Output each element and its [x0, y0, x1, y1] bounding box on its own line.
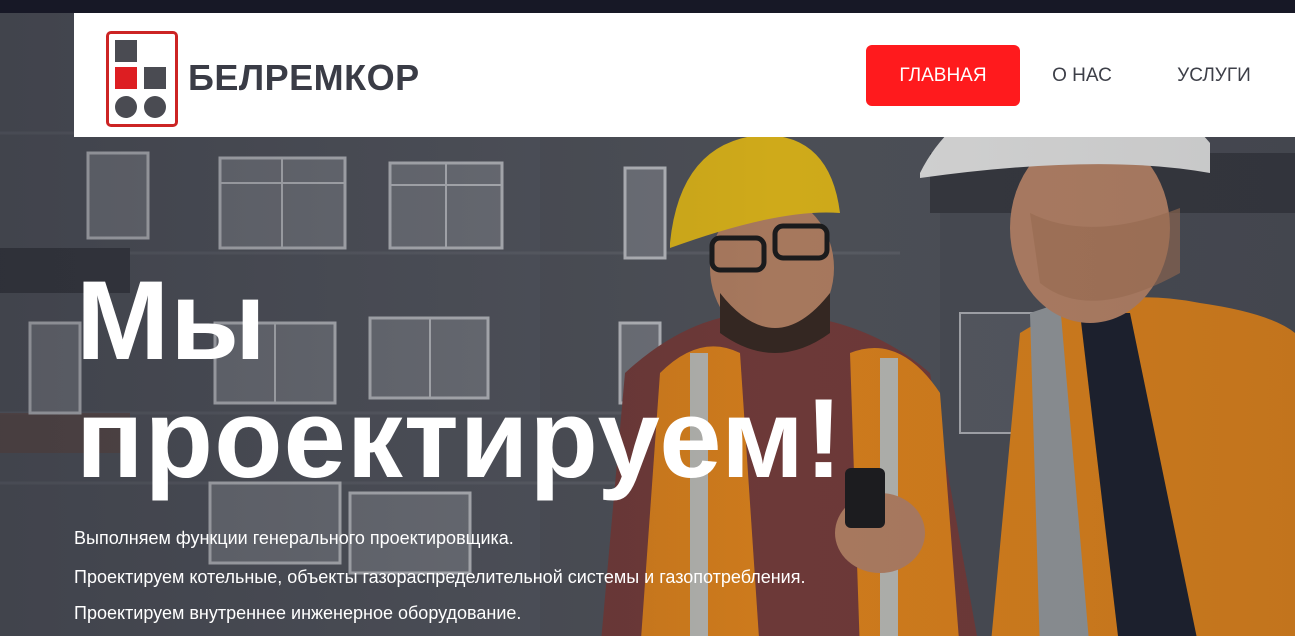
- hero-headline: Мы проектируем!: [76, 262, 843, 498]
- belremkor-logo-icon[interactable]: [106, 31, 178, 127]
- hero-text-line: Проектируем внутреннее инженерное оборуд…: [74, 603, 522, 623]
- nav-item-home[interactable]: ГЛАВНАЯ: [866, 45, 1020, 106]
- nav-item-about[interactable]: О НАС: [1042, 45, 1122, 106]
- nav-item-services[interactable]: УСЛУГИ: [1164, 45, 1264, 106]
- hero-text-line: Выполняем функции генерального проектиро…: [74, 528, 514, 548]
- hero-text-line: Проектируем котельные, объекты газораспр…: [74, 567, 806, 587]
- hero-headline-line2: проектируем!: [76, 376, 844, 501]
- site-header: БЕЛРЕМКОР ГЛАВНАЯ О НАС УСЛУГИ: [74, 13, 1295, 137]
- logo-squares-icon: [115, 40, 166, 118]
- hero-headline-line1: Мы: [76, 258, 267, 383]
- top-bar: [0, 0, 1295, 13]
- brand-name[interactable]: БЕЛРЕМКОР: [188, 57, 420, 99]
